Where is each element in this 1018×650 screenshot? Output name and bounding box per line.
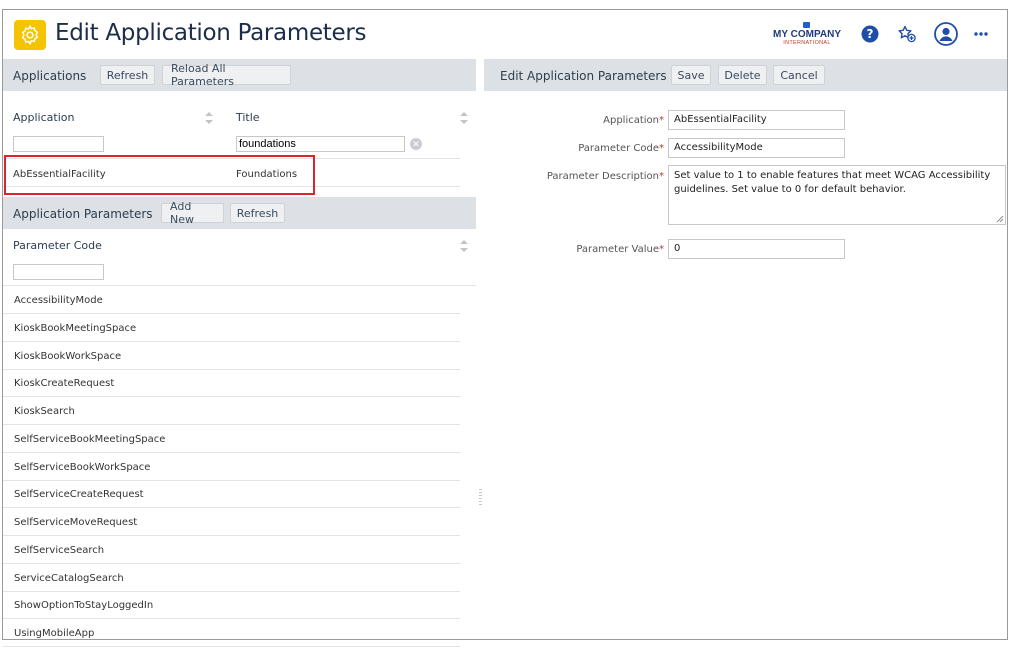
user-avatar-icon[interactable] <box>933 21 959 47</box>
edit-panel: Edit Application Parameters Save Delete … <box>484 59 1007 639</box>
applications-refresh-button[interactable]: Refresh <box>100 65 155 85</box>
column-header-title[interactable]: Title <box>236 111 260 124</box>
application-field[interactable]: AbEssentialFacility <box>668 110 845 130</box>
selected-row-highlight <box>4 155 315 195</box>
splitter-grip-icon[interactable] <box>479 489 482 505</box>
parameter-value-label: Parameter Value* <box>576 244 664 255</box>
parameter-value-field[interactable]: 0 <box>668 239 845 259</box>
parameter-code-cell: AccessibilityMode <box>14 295 103 306</box>
column-header-parameter-code[interactable]: Parameter Code <box>13 239 102 252</box>
parameter-row[interactable]: SelfServiceBookWorkSpace <box>3 453 460 481</box>
parameter-code-filter-input[interactable] <box>13 264 104 280</box>
parameter-code-cell: KioskCreateRequest <box>14 378 115 390</box>
page-title: Edit Application Parameters <box>55 20 367 46</box>
app-window: Edit Application Parameters MY COMPANY I… <box>2 9 1008 647</box>
parameter-row[interactable]: UsingMobileApp <box>3 619 460 647</box>
parameter-description-label: Parameter Description* <box>546 171 664 182</box>
svg-text:?: ? <box>867 27 874 41</box>
parameter-code-cell: ShowOptionToStayLoggedIn <box>14 600 154 612</box>
company-logo: MY COMPANY INTERNATIONAL <box>769 22 845 48</box>
parameter-code-cell: KioskSearch <box>14 406 75 417</box>
parameter-code-cell: SelfServiceBookWorkSpace <box>14 461 151 473</box>
parameter-code-cell: SelfServiceMoveRequest <box>14 517 138 528</box>
clear-filter-icon[interactable]: ✕ <box>410 138 422 150</box>
left-panel: Applications Refresh Reload All Paramete… <box>3 59 476 647</box>
parameter-code-cell: SelfServiceCreateRequest <box>14 489 144 501</box>
parameter-row[interactable]: KioskSearch <box>3 397 460 425</box>
parameter-code-cell: SelfServiceBookMeetingSpace <box>14 433 166 445</box>
sort-application-icon[interactable] <box>205 112 213 124</box>
edit-panel-title: Edit Application Parameters <box>500 69 667 83</box>
parameter-code-cell: KioskBookWorkSpace <box>14 350 122 362</box>
edit-toolbar: Edit Application Parameters Save Delete … <box>484 59 1007 91</box>
cancel-button[interactable]: Cancel <box>773 65 825 85</box>
favorite-add-icon[interactable] <box>896 23 918 45</box>
save-button[interactable]: Save <box>671 65 711 85</box>
parameter-code-field[interactable]: AccessibilityMode <box>668 138 845 158</box>
add-new-button[interactable]: Add New <box>161 200 224 226</box>
page-header: Edit Application Parameters MY COMPANY I… <box>3 10 1007 59</box>
parameter-row[interactable]: SelfServiceCreateRequest <box>3 480 460 509</box>
parameter-row[interactable]: SelfServiceMoveRequest <box>3 508 460 536</box>
application-label: Application* <box>603 115 664 126</box>
parameter-code-cell: ServiceCatalogSearch <box>14 572 124 584</box>
parameter-row[interactable]: KioskBookMeetingSpace <box>3 314 460 342</box>
parameter-code-label: Parameter Code* <box>578 143 664 154</box>
applications-toolbar: Applications Refresh Reload All Paramete… <box>3 59 476 91</box>
parameters-title: Application Parameters <box>13 207 153 221</box>
logo-subtitle: INTERNATIONAL <box>783 40 831 46</box>
applications-title: Applications <box>13 69 87 83</box>
parameter-row[interactable]: KioskBookWorkSpace <box>3 342 460 370</box>
application-filter-input[interactable] <box>13 136 104 152</box>
parameter-row[interactable]: AccessibilityMode <box>3 286 460 314</box>
sort-title-icon[interactable] <box>460 112 468 124</box>
logo-mark-icon <box>803 22 810 28</box>
parameter-code-cell: SelfServiceSearch <box>14 544 105 556</box>
sort-parameter-code-icon[interactable] <box>460 240 468 252</box>
parameter-row[interactable]: SelfServiceSearch <box>3 536 460 564</box>
settings-gear-icon <box>14 20 46 50</box>
parameter-description-text: Set value to 1 to enable features that m… <box>674 170 991 195</box>
logo-name: MY COMPANY <box>773 29 841 40</box>
parameter-code-cell: KioskBookMeetingSpace <box>14 322 137 334</box>
parameter-row[interactable]: SelfServiceBookMeetingSpace <box>3 425 460 453</box>
reload-all-parameters-button[interactable]: Reload All Parameters <box>162 62 291 88</box>
resize-grip-icon[interactable] <box>996 215 1004 223</box>
parameter-row[interactable]: ServiceCatalogSearch <box>3 564 460 592</box>
parameter-code-cell: UsingMobileApp <box>14 628 95 639</box>
parameter-row[interactable]: KioskCreateRequest <box>3 369 460 398</box>
panel-splitter[interactable] <box>476 59 484 639</box>
title-filter-input[interactable] <box>236 136 405 152</box>
delete-button[interactable]: Delete <box>718 65 767 85</box>
parameter-description-textarea[interactable]: Set value to 1 to enable features that m… <box>668 165 1006 225</box>
parameters-refresh-button[interactable]: Refresh <box>230 203 285 223</box>
column-header-application[interactable]: Application <box>13 111 74 124</box>
parameters-toolbar: Application Parameters Add New Refresh <box>3 197 476 229</box>
more-icon[interactable] <box>970 23 992 45</box>
help-icon[interactable]: ? <box>859 23 881 45</box>
parameter-row[interactable]: ShowOptionToStayLoggedIn <box>3 591 460 620</box>
